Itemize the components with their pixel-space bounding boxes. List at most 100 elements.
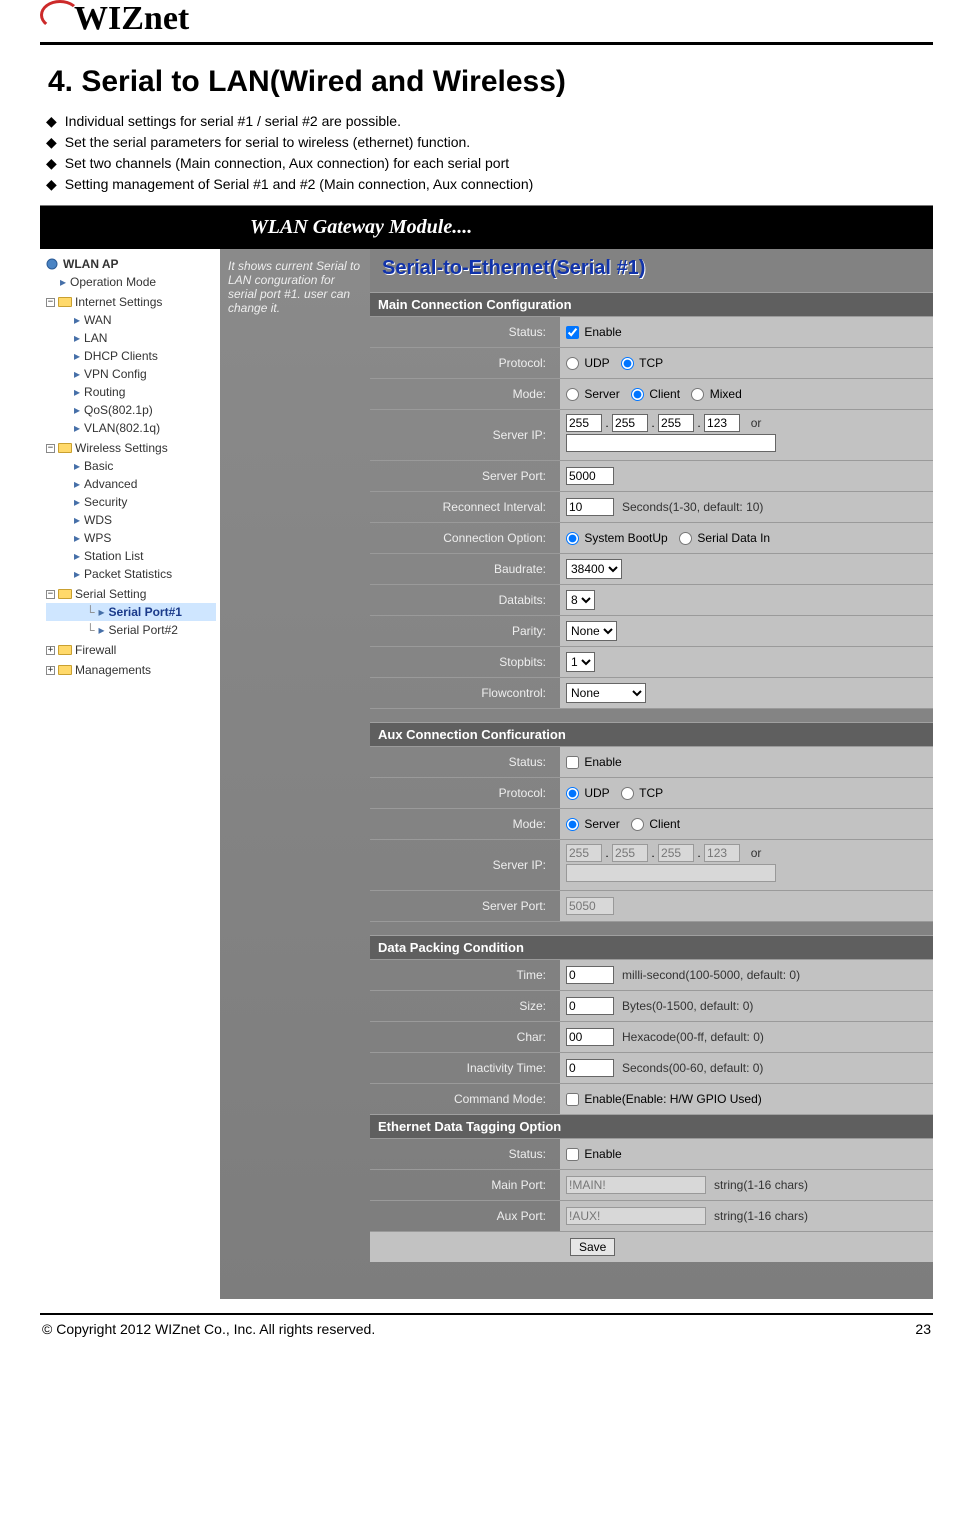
- nav-dhcp-clients[interactable]: ▸DHCP Clients: [46, 347, 216, 365]
- gateway-banner: WLAN Gateway Module....: [40, 206, 933, 249]
- main-mode-server-radio[interactable]: Server: [566, 387, 620, 401]
- tag-status-checkbox[interactable]: Enable: [566, 1147, 622, 1161]
- main-baudrate-select[interactable]: 38400: [566, 559, 622, 579]
- pack-cmdmode-checkbox[interactable]: Enable(Enable: H/W GPIO Used): [566, 1092, 762, 1106]
- row-aux-protocol: Protocol: UDP TCP: [370, 777, 933, 808]
- nav-serial-port1[interactable]: └▸Serial Port#1: [46, 603, 216, 621]
- help-sidebar: It shows current Serial to LAN congurati…: [220, 249, 370, 1299]
- nav-operation-mode[interactable]: ▸Operation Mode: [46, 273, 216, 291]
- row-main-status: Status: Enable: [370, 316, 933, 347]
- row-aux-serverip: Server IP: . . . or: [370, 839, 933, 890]
- tag-auxport-input[interactable]: [566, 1207, 706, 1225]
- save-button[interactable]: Save: [570, 1238, 615, 1256]
- row-main-baudrate: Baudrate:38400: [370, 553, 933, 584]
- main-protocol-tcp-radio[interactable]: TCP: [621, 356, 663, 370]
- row-aux-serverport: Server Port:: [370, 890, 933, 921]
- row-tag-status: Status: Enable: [370, 1138, 933, 1169]
- nav-wan[interactable]: ▸WAN: [46, 311, 216, 329]
- nav-qos[interactable]: ▸QoS(802.1p): [46, 401, 216, 419]
- nav-serial-folder[interactable]: −Serial Setting: [46, 585, 216, 603]
- nav-vlan[interactable]: ▸VLAN(802.1q): [46, 419, 216, 437]
- main-mode-client-radio[interactable]: Client: [631, 387, 680, 401]
- main-mode-mixed-radio[interactable]: Mixed: [691, 387, 741, 401]
- nav-wireless-folder[interactable]: −Wireless Settings: [46, 439, 216, 457]
- aux-mode-client-radio[interactable]: Client: [631, 817, 680, 831]
- top-rule: [40, 42, 933, 45]
- folder-icon: [58, 665, 72, 675]
- aux-ip-octet4-input[interactable]: [704, 844, 740, 862]
- aux-serverport-input[interactable]: [566, 897, 614, 915]
- screenshot-frame: WLAN Gateway Module.... WLAN AP ▸Operati…: [40, 205, 933, 1299]
- nav-advanced[interactable]: ▸Advanced: [46, 475, 216, 493]
- main-ip-octet1-input[interactable]: [566, 414, 602, 432]
- nav-firewall-folder[interactable]: +Firewall: [46, 641, 216, 659]
- nav-internet-folder[interactable]: −Internet Settings: [46, 293, 216, 311]
- nav-routing[interactable]: ▸Routing: [46, 383, 216, 401]
- main-reconnect-input[interactable]: [566, 498, 614, 516]
- aux-protocol-tcp-radio[interactable]: TCP: [621, 786, 663, 800]
- logo-row: WIZnet: [40, 0, 933, 42]
- pack-char-input[interactable]: [566, 1028, 614, 1046]
- row-tag-mainport: Main Port:string(1-16 chars): [370, 1169, 933, 1200]
- main-flowcontrol-select[interactable]: None: [566, 683, 646, 703]
- bullet-item: Set the serial parameters for serial to …: [46, 134, 933, 151]
- aux-status-enable-checkbox[interactable]: Enable: [566, 755, 622, 769]
- folder-icon: [58, 589, 72, 599]
- nav-lan[interactable]: ▸LAN: [46, 329, 216, 347]
- nav-wps[interactable]: ▸WPS: [46, 529, 216, 547]
- nav-managements-folder[interactable]: +Managements: [46, 661, 216, 679]
- row-aux-mode: Mode: Server Client: [370, 808, 933, 839]
- page-title: Serial-to-Ethernet(Serial #1): [370, 249, 933, 292]
- row-main-protocol: Protocol: UDP TCP: [370, 347, 933, 378]
- nav-basic[interactable]: ▸Basic: [46, 457, 216, 475]
- pack-size-input[interactable]: [566, 997, 614, 1015]
- main-conopt-bootup-radio[interactable]: System BootUp: [566, 531, 668, 545]
- main-databits-select[interactable]: 8: [566, 590, 595, 610]
- pack-inactivity-input[interactable]: [566, 1059, 614, 1077]
- aux-connection-header: Aux Connection Conficuration: [370, 722, 933, 746]
- main-status-enable-checkbox[interactable]: Enable: [566, 325, 622, 339]
- page-footer: © Copyright 2012 WIZnet Co., Inc. All ri…: [40, 1321, 933, 1345]
- nav-wds[interactable]: ▸WDS: [46, 511, 216, 529]
- row-pack-size: Size:Bytes(0-1500, default: 0): [370, 990, 933, 1021]
- main-ip-octet4-input[interactable]: [704, 414, 740, 432]
- row-pack-char: Char:Hexacode(00-ff, default: 0): [370, 1021, 933, 1052]
- main-stopbits-select[interactable]: 1: [566, 652, 595, 672]
- pack-time-input[interactable]: [566, 966, 614, 984]
- aux-mode-server-radio[interactable]: Server: [566, 817, 620, 831]
- nav-vpn-config[interactable]: ▸VPN Config: [46, 365, 216, 383]
- row-main-parity: Parity:None: [370, 615, 933, 646]
- main-serverport-input[interactable]: [566, 467, 614, 485]
- bullet-item: Individual settings for serial #1 / seri…: [46, 113, 933, 130]
- row-main-reconnect: Reconnect Interval:Seconds(1-30, default…: [370, 491, 933, 522]
- nav-packet-stats[interactable]: ▸Packet Statistics: [46, 565, 216, 583]
- main-ip-host-input[interactable]: [566, 434, 776, 452]
- main-ip-octet3-input[interactable]: [658, 414, 694, 432]
- folder-icon: [58, 443, 72, 453]
- row-main-mode: Mode: Server Client Mixed: [370, 378, 933, 409]
- copyright: © Copyright 2012 WIZnet Co., Inc. All ri…: [42, 1321, 375, 1337]
- main-parity-select[interactable]: None: [566, 621, 617, 641]
- nav-serial-port2[interactable]: └▸Serial Port#2: [46, 621, 216, 639]
- aux-ip-octet3-input[interactable]: [658, 844, 694, 862]
- nav-station-list[interactable]: ▸Station List: [46, 547, 216, 565]
- tag-mainport-input[interactable]: [566, 1176, 706, 1194]
- row-main-serverip: Server IP: . . . or: [370, 409, 933, 460]
- row-main-serverport: Server Port:: [370, 460, 933, 491]
- wiznet-logo: WIZnet: [40, 0, 933, 38]
- main-ip-octet2-input[interactable]: [612, 414, 648, 432]
- bullet-list: Individual settings for serial #1 / seri…: [46, 113, 933, 193]
- nav-root[interactable]: WLAN AP: [46, 255, 216, 273]
- nav-security[interactable]: ▸Security: [46, 493, 216, 511]
- globe-icon: [46, 258, 60, 270]
- aux-protocol-udp-radio[interactable]: UDP: [566, 786, 610, 800]
- aux-ip-octet1-input[interactable]: [566, 844, 602, 862]
- main-conopt-serialin-radio[interactable]: Serial Data In: [679, 531, 770, 545]
- page-number: 23: [915, 1321, 931, 1337]
- aux-ip-octet2-input[interactable]: [612, 844, 648, 862]
- main-protocol-udp-radio[interactable]: UDP: [566, 356, 610, 370]
- row-main-stopbits: Stopbits:1: [370, 646, 933, 677]
- main-connection-header: Main Connection Configuration: [370, 292, 933, 316]
- aux-ip-host-input[interactable]: [566, 864, 776, 882]
- bottom-rule: [40, 1313, 933, 1315]
